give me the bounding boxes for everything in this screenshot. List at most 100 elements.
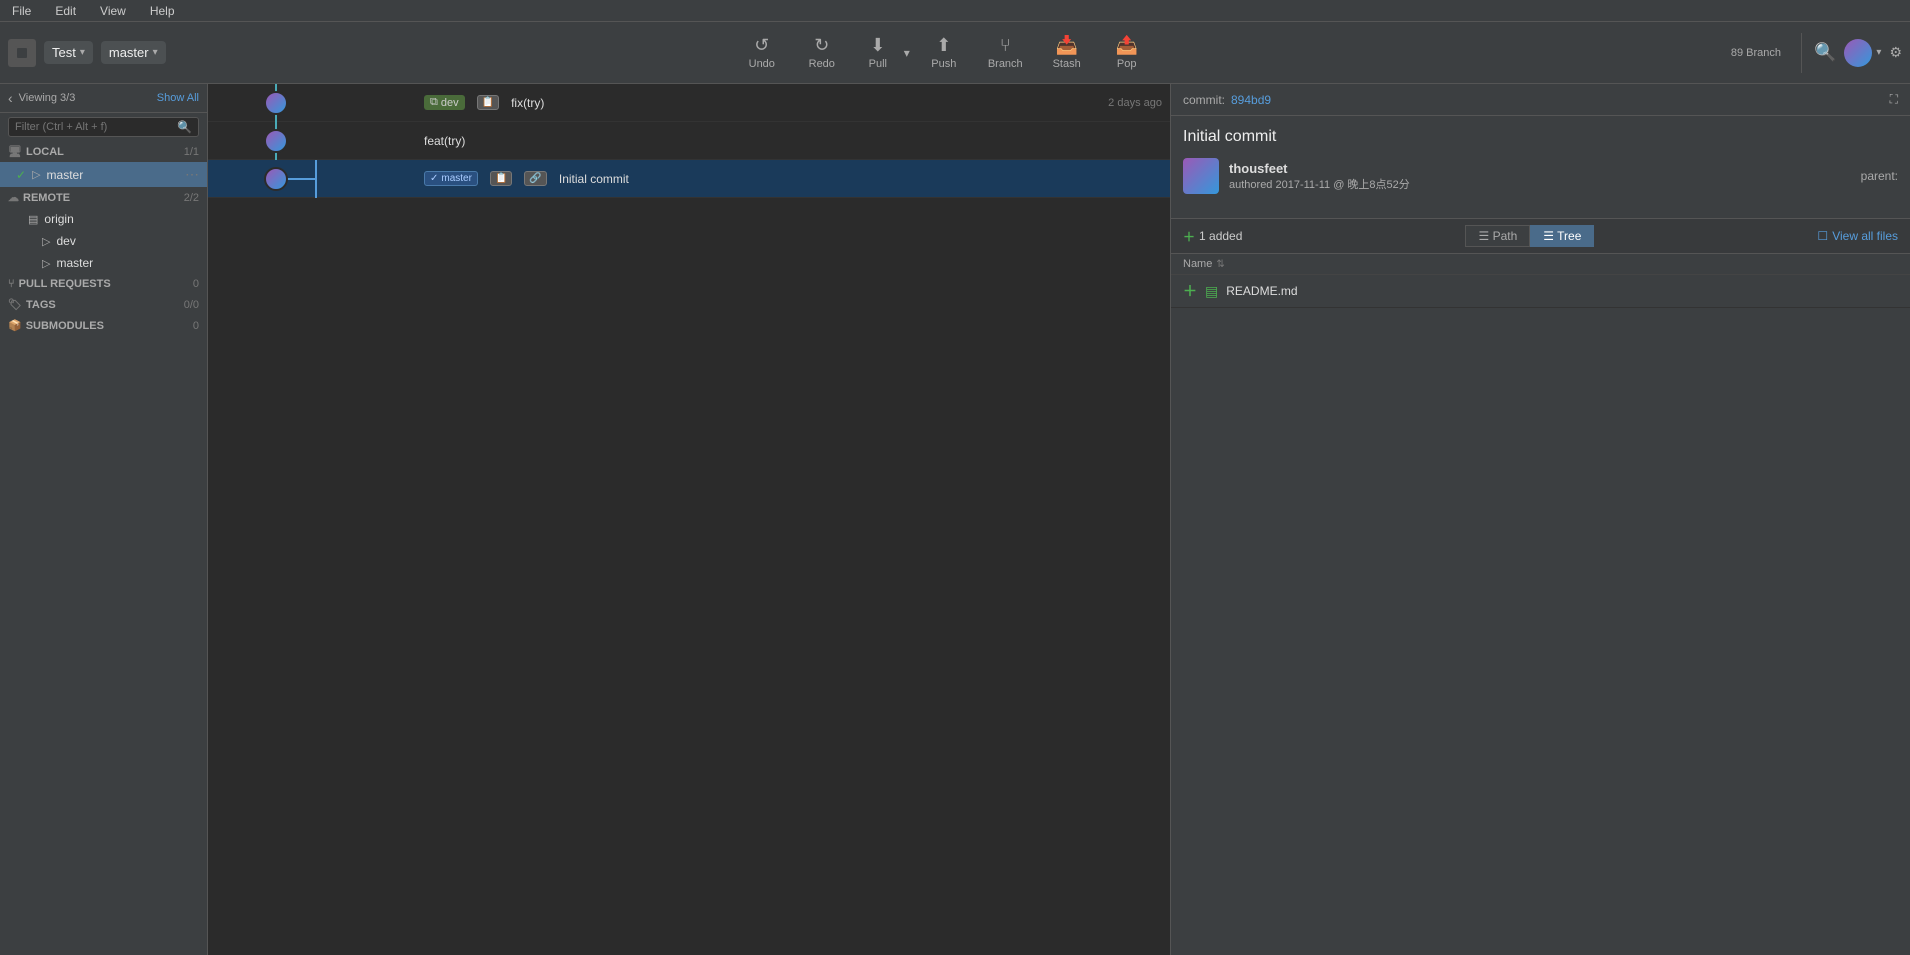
sidebar-item-origin[interactable]: ▤ origin xyxy=(0,208,207,230)
tags-title: 🏷 TAGS xyxy=(8,298,56,311)
push-icon: ⬆ xyxy=(936,35,951,56)
name-col-label: Name xyxy=(1183,258,1212,270)
commit-graph-area: ⧉ dev 📋 fix(try) 2 days ago feat(try) xyxy=(208,84,1170,955)
sidebar-item-origin-master[interactable]: ▷ master xyxy=(0,252,207,274)
checkbox-icon: ☐ xyxy=(1817,229,1828,243)
branch-name: master xyxy=(109,45,149,60)
pop-label: Pop xyxy=(1117,58,1137,70)
undo-button[interactable]: ↺ Undo xyxy=(734,29,790,76)
local-section-title: 🖥 LOCAL xyxy=(8,145,64,158)
commit-avatar-2 xyxy=(264,129,288,153)
commit-row-initial[interactable]: ✓ master 📋 🔗 Initial commit xyxy=(208,160,1170,198)
master-icon-badge1: 📋 xyxy=(490,171,512,186)
author-avatar xyxy=(1183,158,1219,194)
files-view-tabs: ☰ Path ☰ Tree xyxy=(1465,225,1594,247)
author-name: thousfeet xyxy=(1229,161,1851,176)
push-button[interactable]: ⬆ Push xyxy=(916,29,972,76)
pull-requests-header[interactable]: ⑂ PULL REQUESTS 0 xyxy=(0,274,207,294)
commit-time-fix: 2 days ago xyxy=(1108,97,1162,109)
file-added-icon: ＋ xyxy=(1183,281,1197,301)
menu-edit[interactable]: Edit xyxy=(51,4,80,18)
origin-icon: ▤ xyxy=(28,213,38,226)
origin-dev-icon: ▷ xyxy=(42,235,50,248)
pop-button[interactable]: 📤 Pop xyxy=(1099,29,1155,76)
author-info: thousfeet authored 2017-11-11 @ 晚上8点52分 xyxy=(1229,161,1851,192)
master-branch-tag: ✓ master xyxy=(424,171,478,186)
origin-master-label: master xyxy=(56,256,199,270)
origin-label: origin xyxy=(44,212,199,226)
toolbar: Test ▾ master ▾ ↺ Undo ↻ Redo ⬇ Pull ▾ ⬆… xyxy=(0,22,1910,84)
commit-author-row: thousfeet authored 2017-11-11 @ 晚上8点52分 … xyxy=(1183,158,1898,194)
sidebar-item-origin-dev[interactable]: ▷ dev xyxy=(0,230,207,252)
dev-branch-tag: ⧉ dev xyxy=(424,95,465,110)
pull-label: Pull xyxy=(869,58,887,70)
settings-icon[interactable]: ⚙ xyxy=(1889,44,1902,61)
tags-icon: 🏷 xyxy=(8,298,22,311)
local-section-header[interactable]: 🖥 LOCAL 1/1 xyxy=(0,141,207,162)
commit-message-feat: feat(try) xyxy=(424,134,1162,148)
pull-requests-title: ⑂ PULL REQUESTS xyxy=(8,278,111,290)
branch-count-area: 89 Branch xyxy=(1723,47,1789,59)
added-icon: ＋ xyxy=(1183,228,1195,245)
pull-icon: ⬇ xyxy=(870,35,885,56)
menu-file[interactable]: File xyxy=(8,4,35,18)
show-all-link[interactable]: Show All xyxy=(157,92,199,104)
stash-button[interactable]: 📥 Stash xyxy=(1039,29,1095,76)
file-row-readme[interactable]: ＋ ▤ README.md xyxy=(1171,275,1910,308)
master-check-icon: ✓ xyxy=(16,168,26,182)
commit-avatar-1 xyxy=(264,91,288,115)
undo-icon: ↺ xyxy=(754,35,769,56)
tree-tab[interactable]: ☰ Tree xyxy=(1530,225,1594,247)
user-avatar xyxy=(1844,39,1872,67)
remote-count: 2/2 xyxy=(184,192,199,204)
sidebar-header: ‹ Viewing 3/3 Show All xyxy=(0,84,207,113)
commit-detail: Initial commit thousfeet authored 2017-1… xyxy=(1171,116,1910,218)
expand-icon[interactable]: ⛶ xyxy=(1890,92,1898,107)
master-menu-icon[interactable]: ⋯ xyxy=(185,166,199,183)
path-tab[interactable]: ☰ Path xyxy=(1465,225,1530,247)
redo-button[interactable]: ↻ Redo xyxy=(794,29,850,76)
origin-master-icon: ▷ xyxy=(42,257,50,270)
commit-info-initial: ✓ master 📋 🔗 Initial commit xyxy=(416,171,1162,186)
commit-row-feat[interactable]: feat(try) xyxy=(208,122,1170,160)
author-datetime: 2017-11-11 @ 晚上8点52分 xyxy=(1276,179,1410,191)
commit-info-feat: feat(try) xyxy=(416,134,1162,148)
menu-view[interactable]: View xyxy=(96,4,130,18)
sidebar-item-master-local[interactable]: ✓ ▷ master ⋯ xyxy=(0,162,207,187)
redo-icon: ↻ xyxy=(814,35,829,56)
branch-button[interactable]: ⑂ Branch xyxy=(976,29,1035,76)
commit-label: commit: xyxy=(1183,93,1225,107)
pull-dropdown-arrow[interactable]: ▾ xyxy=(902,40,912,66)
view-all-files-link[interactable]: ☐ View all files xyxy=(1817,229,1898,243)
commit-row-fix[interactable]: ⧉ dev 📋 fix(try) 2 days ago xyxy=(208,84,1170,122)
branch-label: Branch xyxy=(988,58,1023,70)
dev-icon-badge: 📋 xyxy=(477,95,499,110)
commit-hash: 894bd9 xyxy=(1231,93,1271,107)
submodules-title: 📦 SUBMODULES xyxy=(8,319,104,332)
pull-requests-section: ⑂ PULL REQUESTS 0 xyxy=(0,274,207,294)
path-tab-icon: ☰ xyxy=(1478,229,1489,243)
local-section: 🖥 LOCAL 1/1 ✓ ▷ master ⋯ xyxy=(0,141,207,187)
search-button[interactable]: 🔍 xyxy=(1814,42,1836,63)
local-icon: 🖥 xyxy=(8,145,22,158)
tags-section: 🏷 TAGS 0/0 xyxy=(0,294,207,315)
remote-section-header[interactable]: ☁ REMOTE 2/2 xyxy=(0,187,207,208)
remote-icon: ☁ xyxy=(8,191,19,204)
remote-section: ☁ REMOTE 2/2 ▤ origin ▷ dev ▷ master xyxy=(0,187,207,274)
app-icon[interactable] xyxy=(8,39,36,67)
tags-header[interactable]: 🏷 TAGS 0/0 xyxy=(0,294,207,315)
submodules-header[interactable]: 📦 SUBMODULES 0 xyxy=(0,315,207,336)
filter-search-icon: 🔍 xyxy=(177,120,192,134)
pull-button[interactable]: ⬇ Pull xyxy=(854,29,902,76)
sidebar-filter-input[interactable] xyxy=(15,121,177,133)
repo-selector[interactable]: Test ▾ xyxy=(44,41,93,64)
sidebar-back-icon[interactable]: ‹ xyxy=(8,90,13,106)
menu-help[interactable]: Help xyxy=(146,4,179,18)
branch-selector[interactable]: master ▾ xyxy=(101,41,166,64)
stash-label: Stash xyxy=(1053,58,1081,70)
user-avatar-area[interactable]: ▾ xyxy=(1844,39,1881,67)
commit-graph-feat xyxy=(216,122,416,160)
local-count: 1/1 xyxy=(184,146,199,158)
user-dropdown-arrow: ▾ xyxy=(1876,47,1881,58)
right-panel-header: commit: 894bd9 ⛶ xyxy=(1171,84,1910,116)
